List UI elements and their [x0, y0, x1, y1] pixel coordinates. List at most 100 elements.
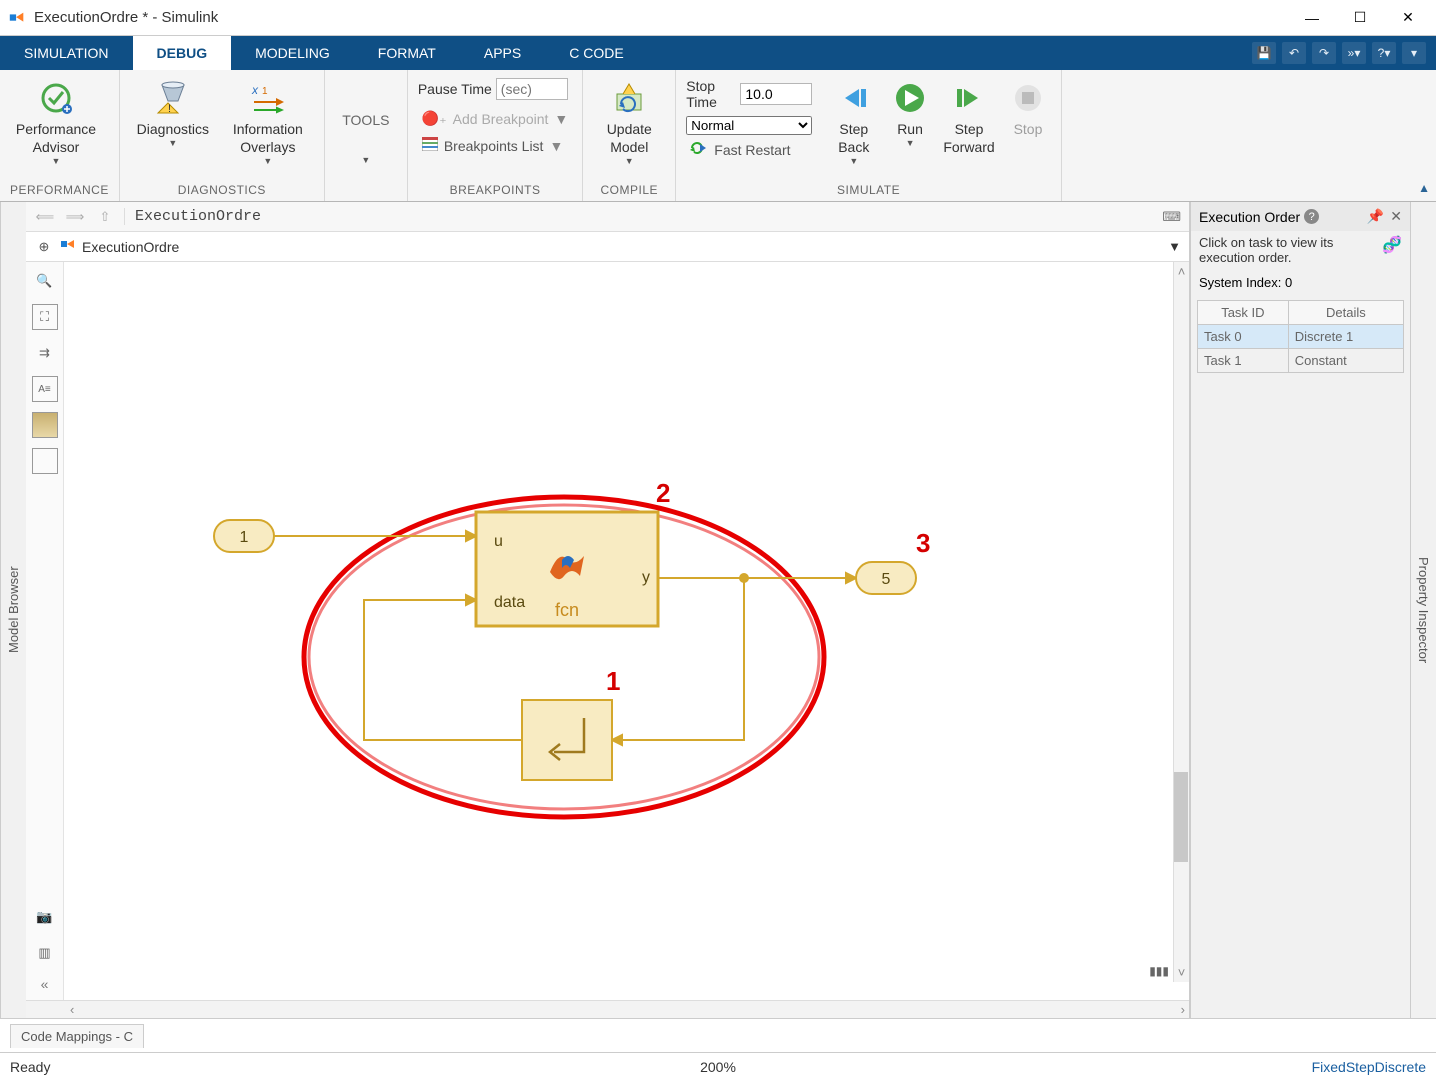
fit-to-view-icon[interactable]: ⛶	[32, 304, 58, 330]
diagnostics-button[interactable]: ! Diagnostics ▼	[130, 76, 216, 154]
pause-time-input[interactable]	[496, 78, 568, 100]
info-overlays-icon: x1	[250, 80, 286, 116]
property-inspector-tab[interactable]: Property Inspector	[1410, 202, 1436, 1018]
palette-collapse-icon[interactable]: «	[41, 976, 49, 1000]
palette: 🔍 ⛶ ⇉ A≡ 📷 ▥ «	[26, 262, 64, 1000]
shortcuts-icon[interactable]: »▾	[1342, 42, 1366, 64]
quick-access-toolbar: 💾 ↶ ↷ »▾ ?▾ ▾	[1252, 36, 1436, 70]
view-marks-icon[interactable]: ▮▮▮	[1149, 964, 1169, 978]
step-forward-button[interactable]: Step Forward	[939, 76, 999, 160]
annotation-icon[interactable]: A≡	[32, 376, 58, 402]
performance-advisor-button[interactable]: Performance Advisor ▼	[10, 76, 102, 172]
svg-text:data: data	[494, 594, 525, 611]
nav-back-icon[interactable]: ⟸	[34, 206, 56, 228]
model-icon	[60, 237, 76, 256]
model-path-text[interactable]: ExecutionOrdre	[82, 239, 179, 255]
task-row-1[interactable]: Task 1Constant	[1198, 349, 1404, 373]
group-label-diagnostics: DIAGNOSTICS	[130, 181, 314, 201]
area-icon[interactable]	[32, 448, 58, 474]
diagram-canvas[interactable]: 1 u data y fcn 2	[64, 262, 1189, 1000]
model-data-icon[interactable]: ▥	[32, 940, 58, 966]
model-path-expand-icon[interactable]: ⊕	[34, 239, 54, 255]
update-model-button[interactable]: Update Model ▼	[593, 76, 665, 172]
run-label: Run	[897, 120, 923, 138]
tab-ccode[interactable]: C CODE	[545, 36, 647, 70]
stop-time-input[interactable]	[740, 83, 812, 105]
perf-advisor-icon	[38, 80, 74, 116]
breakpoints-list-button[interactable]: Breakpoints List ▼	[418, 135, 567, 156]
code-mappings-bar: Code Mappings - C	[0, 1018, 1436, 1052]
fast-restart-button[interactable]: Fast Restart	[686, 139, 812, 160]
tools-button[interactable]: TOOLS ▼	[335, 107, 397, 171]
col-task-id[interactable]: Task ID	[1198, 301, 1289, 325]
ribbon-group-compile: Update Model ▼ COMPILE	[583, 70, 676, 201]
redo-icon[interactable]: ↷	[1312, 42, 1336, 64]
run-icon	[892, 80, 928, 116]
info-overlays-label: Information Overlays	[233, 120, 303, 156]
diagnostics-label: Diagnostics	[137, 120, 209, 138]
panel-close-icon[interactable]: ✕	[1390, 208, 1402, 225]
tab-modeling[interactable]: MODELING	[231, 36, 354, 70]
close-button[interactable]: ✕	[1396, 6, 1420, 30]
perf-advisor-label: Performance Advisor	[16, 120, 96, 156]
code-mappings-tab[interactable]: Code Mappings - C	[10, 1024, 144, 1048]
zoom-level[interactable]: 200%	[700, 1059, 736, 1075]
exec-panel-title: Execution Order	[1199, 209, 1300, 225]
nav-up-icon[interactable]: ⇧	[94, 206, 116, 228]
tab-simulation[interactable]: SIMULATION	[0, 36, 133, 70]
minimize-button[interactable]: ―	[1300, 6, 1324, 30]
editor: 🔍 ⛶ ⇉ A≡ 📷 ▥ «	[26, 262, 1189, 1000]
step-back-button[interactable]: Step Back ▼	[826, 76, 881, 172]
ribbon-tabstrip: SIMULATION DEBUG MODELING FORMAT APPS C …	[0, 36, 1436, 70]
model-path-dropdown-icon[interactable]: ▼	[1168, 239, 1181, 254]
ribbon-group-diagnostics: ! Diagnostics ▼ x1 Information Overlays …	[120, 70, 325, 201]
step-back-icon	[836, 80, 872, 116]
ribbon-collapse-icon[interactable]: ▲	[1418, 181, 1430, 195]
horizontal-scrollbar[interactable]: ‹ ›	[26, 1000, 1189, 1018]
tab-debug[interactable]: DEBUG	[133, 36, 232, 70]
tab-format[interactable]: FORMAT	[354, 36, 460, 70]
undo-icon[interactable]: ↶	[1282, 42, 1306, 64]
run-button[interactable]: Run ▼	[887, 76, 933, 154]
pin-icon[interactable]: 📌	[1367, 208, 1384, 225]
col-details[interactable]: Details	[1288, 301, 1403, 325]
nav-bar: ⟸ ⟹ ⇧ ExecutionOrdre ⌨	[26, 202, 1189, 232]
signal-arrows-icon[interactable]: ⇉	[32, 340, 58, 366]
model-browser-tab[interactable]: Model Browser	[0, 202, 26, 1018]
breadcrumb[interactable]: ExecutionOrdre	[124, 208, 261, 225]
maximize-button[interactable]: ☐	[1348, 6, 1372, 30]
breakpoint-list-icon	[422, 137, 438, 154]
exec-order-tree-icon[interactable]: 🧬	[1382, 235, 1402, 255]
group-label-compile: COMPILE	[593, 181, 665, 201]
inport-block[interactable]: 1	[214, 520, 274, 552]
task-table: Task ID Details Task 0Discrete 1 Task 1C…	[1197, 300, 1404, 373]
task-row-0[interactable]: Task 0Discrete 1	[1198, 325, 1404, 349]
image-block-icon[interactable]	[32, 412, 58, 438]
save-icon[interactable]: 💾	[1252, 42, 1276, 64]
screenshot-icon[interactable]: 📷	[32, 904, 58, 930]
zoom-icon[interactable]: 🔍	[32, 268, 58, 294]
add-breakpoint-button[interactable]: 🔴₊ Add Breakpoint ▼	[418, 108, 572, 129]
information-overlays-button[interactable]: x1 Information Overlays ▼	[222, 76, 314, 172]
stop-button[interactable]: Stop	[1005, 76, 1051, 142]
outport-block[interactable]: 5	[856, 562, 916, 594]
stop-icon	[1010, 80, 1046, 116]
step-forward-icon	[951, 80, 987, 116]
exec-panel-help-icon[interactable]: ?	[1304, 209, 1319, 224]
keyboard-icon[interactable]: ⌨	[1162, 209, 1181, 225]
tab-apps[interactable]: APPS	[460, 36, 545, 70]
nav-forward-icon[interactable]: ⟹	[64, 206, 86, 228]
exec-panel-hint: Click on task to view its execution orde…	[1199, 235, 1376, 265]
step-back-label: Step Back	[838, 120, 869, 156]
svg-text:y: y	[642, 569, 650, 586]
help-icon[interactable]: ?▾	[1372, 42, 1396, 64]
status-ready: Ready	[10, 1059, 50, 1075]
matlab-function-block[interactable]: u data y fcn	[476, 512, 658, 626]
stop-time-label: Stop Time	[686, 78, 736, 110]
simulation-mode-select[interactable]: Normal	[686, 116, 812, 135]
memory-block[interactable]	[522, 700, 612, 780]
update-model-icon	[611, 80, 647, 116]
collapse-ribbon-icon[interactable]: ▾	[1402, 42, 1426, 64]
vertical-scrollbar[interactable]: ˄ ˅	[1173, 262, 1189, 982]
solver-status[interactable]: FixedStepDiscrete	[1312, 1059, 1426, 1075]
